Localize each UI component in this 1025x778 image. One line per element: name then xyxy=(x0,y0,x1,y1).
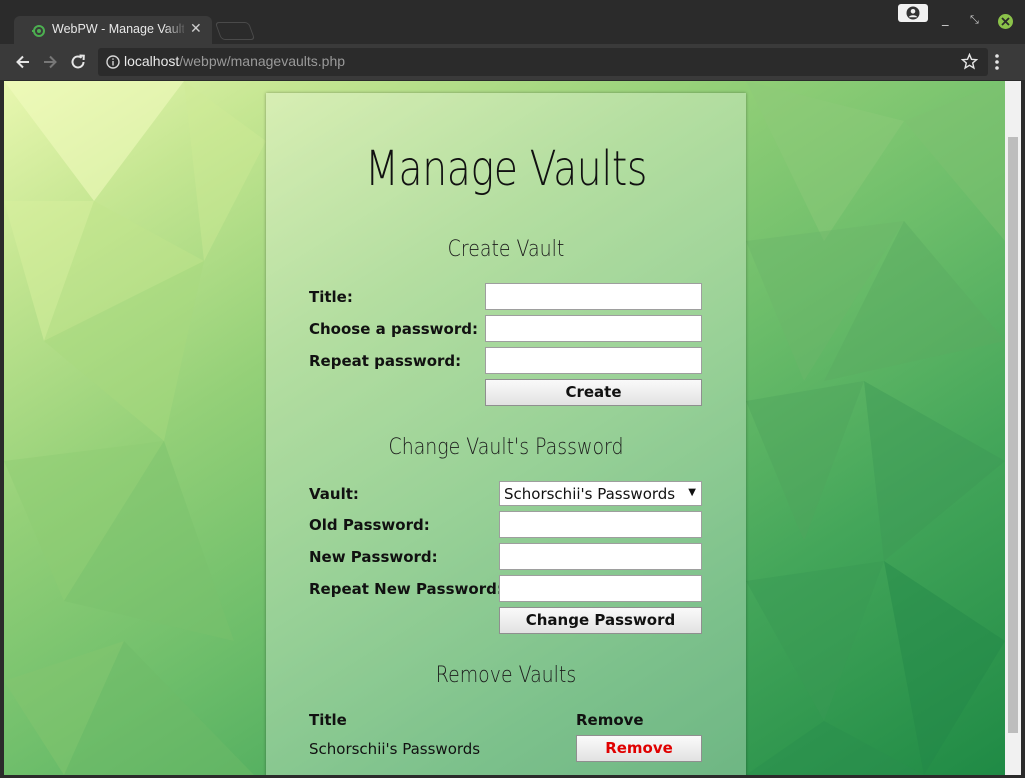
remove-vault-button[interactable]: Remove xyxy=(576,735,702,762)
create-vault-heading: Create Vault xyxy=(447,237,565,262)
back-icon[interactable] xyxy=(13,52,33,72)
vault-select-value: Schorschii's Passwords xyxy=(504,485,676,503)
vault-select[interactable]: Schorschii's Passwords ▼ xyxy=(499,481,702,506)
url-text: localhost/webpw/managevaults.php xyxy=(124,53,345,69)
manage-vaults-card: Manage Vaults Create Vault Title: Choose… xyxy=(266,93,746,775)
column-header-title: Title xyxy=(309,711,347,729)
forward-icon[interactable] xyxy=(40,52,60,72)
page-scrollbar[interactable] xyxy=(1005,81,1021,775)
repeat-new-password-input[interactable] xyxy=(499,575,702,602)
profile-icon xyxy=(906,6,920,20)
change-password-button[interactable]: Change Password xyxy=(499,607,702,634)
info-icon[interactable] xyxy=(106,55,120,69)
old-password-label: Old Password: xyxy=(309,516,430,534)
remove-vaults-heading: Remove Vaults xyxy=(435,663,577,688)
reload-icon[interactable] xyxy=(68,52,88,72)
create-button[interactable]: Create xyxy=(485,379,702,406)
restore-icon[interactable]: ⤡ xyxy=(970,13,979,27)
page-title: Manage Vaults xyxy=(365,141,647,197)
change-password-heading: Change Vault's Password xyxy=(388,435,624,460)
address-bar[interactable]: localhost/webpw/managevaults.php xyxy=(98,48,988,76)
old-password-input[interactable] xyxy=(499,511,702,538)
url-host: localhost xyxy=(124,53,180,69)
tab-title-fade xyxy=(164,20,188,40)
repeat-password-label: Repeat password: xyxy=(309,352,462,370)
scrollbar-thumb[interactable] xyxy=(1008,137,1018,733)
new-tab-button[interactable] xyxy=(214,22,256,40)
column-header-remove: Remove xyxy=(576,711,644,729)
title-bar: WebPW - Manage Vaults ✕ _ ⤡ xyxy=(0,0,1025,46)
profile-button[interactable] xyxy=(898,4,928,22)
dropdown-arrow-icon: ▼ xyxy=(688,487,696,498)
title-label: Title: xyxy=(309,288,353,306)
vault-repeat-password-input[interactable] xyxy=(485,347,702,374)
browser-toolbar: localhost/webpw/managevaults.php xyxy=(0,44,1025,80)
star-icon[interactable] xyxy=(961,53,978,70)
tab-favicon-icon xyxy=(32,25,45,37)
close-window-icon xyxy=(1001,17,1010,26)
url-path: /webpw/managevaults.php xyxy=(179,53,346,69)
vault-row-title: Schorschii's Passwords xyxy=(309,740,481,758)
minimize-icon[interactable]: _ xyxy=(942,12,949,27)
close-window-button[interactable] xyxy=(998,14,1013,29)
browser-tab[interactable]: WebPW - Manage Vaults ✕ xyxy=(14,16,212,46)
choose-password-label: Choose a password: xyxy=(309,320,478,338)
vault-title-input[interactable] xyxy=(485,283,702,310)
page-viewport: Manage Vaults Create Vault Title: Choose… xyxy=(4,81,1005,775)
vault-label: Vault: xyxy=(309,485,359,503)
new-password-input[interactable] xyxy=(499,543,702,570)
vault-password-input[interactable] xyxy=(485,315,702,342)
repeat-new-password-label: Repeat New Password: xyxy=(309,580,503,598)
close-tab-icon[interactable]: ✕ xyxy=(190,21,202,37)
new-password-label: New Password: xyxy=(309,548,438,566)
menu-icon[interactable] xyxy=(994,53,1000,71)
